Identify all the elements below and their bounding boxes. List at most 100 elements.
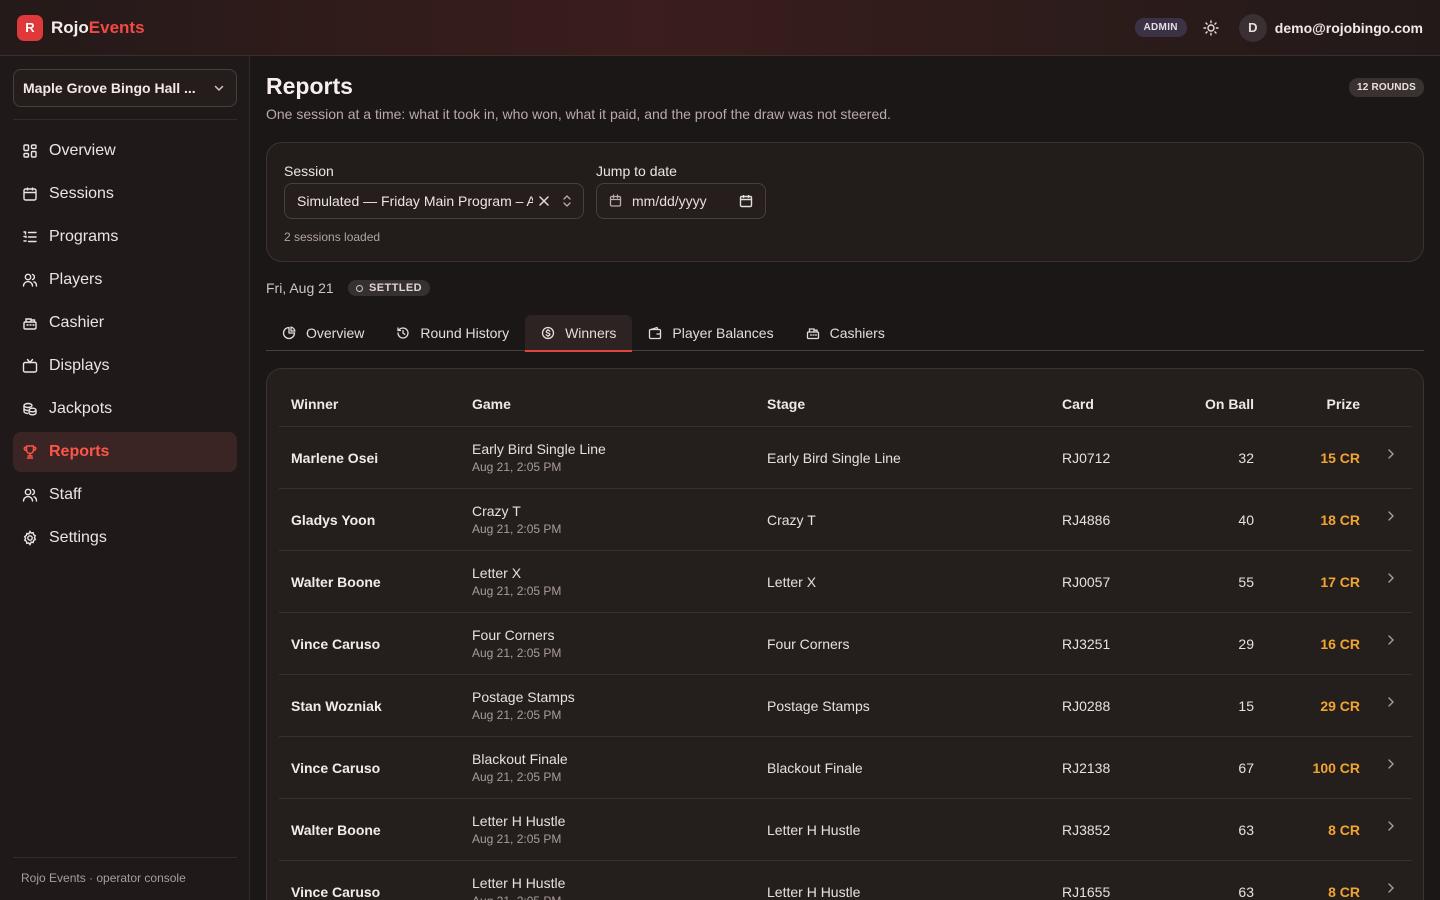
session-select[interactable]: Simulated — Friday Main Program – Aug 21 <box>284 183 584 219</box>
table-row[interactable]: Marlene Osei Early Bird Single Line Aug 21… <box>279 427 1412 489</box>
sidebar-item-label: Cashier <box>49 314 105 331</box>
on-ball-cell: 67 <box>1238 760 1254 776</box>
status-dot-icon <box>356 284 363 292</box>
chevron-right-icon[interactable] <box>1386 633 1396 647</box>
on-ball-cell: 55 <box>1238 574 1254 590</box>
card-cell: RJ1655 <box>1062 884 1111 900</box>
tab-cashiers[interactable]: Cashiers <box>790 315 901 351</box>
tv-icon <box>22 358 38 374</box>
sidebar-item-displays[interactable]: Displays <box>13 346 237 386</box>
game-cell: Letter H Hustle <box>472 813 566 829</box>
date-placeholder: mm/dd/yyyy <box>632 193 707 209</box>
chevron-right-icon[interactable] <box>1386 819 1396 833</box>
table-row[interactable]: Vince Caruso Blackout Finale Aug 21, 2:05 … <box>279 737 1412 799</box>
sidebar-divider <box>13 119 237 120</box>
table-row[interactable]: Walter Boone Letter H Hustle Aug 21, 2:05 … <box>279 799 1412 861</box>
on-ball-cell: 63 <box>1238 822 1254 838</box>
winner-cell: Vince Caruso <box>291 884 381 900</box>
chevron-right-icon[interactable] <box>1386 695 1396 709</box>
date-label: Jump to date <box>596 163 677 179</box>
chevron-right-icon[interactable] <box>1386 571 1396 585</box>
stage-cell: Crazy T <box>767 512 816 528</box>
sidebar-nav: Overview Sessions Programs Players Cashi… <box>13 131 237 561</box>
register-icon <box>806 326 820 340</box>
game-time-cell: Aug 21, 2:05 PM <box>472 708 562 722</box>
grid-icon <box>22 143 38 159</box>
prize-cell: 16 CR <box>1320 636 1360 652</box>
page-title: Reports <box>266 73 353 99</box>
game-time-cell: Aug 21, 2:05 PM <box>472 522 562 536</box>
sidebar-item-sessions[interactable]: Sessions <box>13 174 237 214</box>
header-actions: ADMIN D demo@rojobingo.com <box>1134 13 1423 42</box>
prize-cell: 18 CR <box>1320 512 1360 528</box>
column-header-card[interactable]: Card <box>1062 396 1094 412</box>
register-icon <box>22 315 38 331</box>
chevron-right-icon[interactable] <box>1386 509 1396 523</box>
close-icon[interactable] <box>537 194 551 208</box>
chevron-right-icon[interactable] <box>1386 447 1396 461</box>
column-header-game[interactable]: Game <box>472 396 511 412</box>
table-row[interactable]: Vince Caruso Letter H Hustle Aug 21, 2:05 … <box>279 861 1412 900</box>
table-row[interactable]: Walter Boone Letter X Aug 21, 2:05 PM Lette… <box>279 551 1412 613</box>
tab-winners[interactable]: Winners <box>525 315 633 352</box>
winner-cell: Marlene Osei <box>291 450 379 466</box>
stage-cell: Letter H Hustle <box>767 884 861 900</box>
table-header: Winner Game Stage Card On Ball Prize <box>279 369 1412 427</box>
chevron-right-icon[interactable] <box>1386 881 1396 895</box>
winner-cell: Stan Wozniak <box>291 698 382 714</box>
sidebar-item-cashier[interactable]: Cashier <box>13 303 237 343</box>
sidebar-item-label: Settings <box>49 529 107 546</box>
table-row[interactable]: Stan Wozniak Postage Stamps Aug 21, 2:05 P… <box>279 675 1412 737</box>
top-bar: R RojoEvents ADMIN D demo@rojobingo.com <box>0 0 1440 56</box>
brand[interactable]: R RojoEvents <box>17 14 145 41</box>
sidebar-item-players[interactable]: Players <box>13 260 237 300</box>
jump-to-date-input[interactable]: mm/dd/yyyy <box>596 183 766 219</box>
sidebar-item-settings[interactable]: Settings <box>13 518 237 558</box>
sidebar-item-staff[interactable]: Staff <box>13 475 237 515</box>
tab-player-balances[interactable]: Player Balances <box>632 315 789 351</box>
column-header-prize[interactable]: Prize <box>1327 396 1360 412</box>
session-select-value: Simulated — Friday Main Program – Aug 21 <box>297 193 533 209</box>
table-row[interactable]: Gladys Yoon Crazy T Aug 21, 2:05 PM Crazy T… <box>279 489 1412 551</box>
sun-icon <box>1203 19 1219 36</box>
wallet-icon <box>648 326 662 340</box>
theme-toggle-button[interactable] <box>1201 18 1221 38</box>
sidebar-item-jackpots[interactable]: Jackpots <box>13 389 237 429</box>
status-label: SETTLED <box>369 282 422 294</box>
tab-label: Cashiers <box>829 325 885 341</box>
card-cell: RJ2138 <box>1062 760 1111 776</box>
users-icon <box>22 272 38 288</box>
chevron-right-icon[interactable] <box>1386 757 1396 771</box>
avatar[interactable]: D <box>1238 13 1267 42</box>
calendar-icon[interactable] <box>739 194 753 208</box>
game-time-cell: Aug 21, 2:05 PM <box>472 584 562 598</box>
column-header-on-ball[interactable]: On Ball <box>1205 396 1254 412</box>
winner-cell: Walter Boone <box>291 574 381 590</box>
user-email[interactable]: demo@rojobingo.com <box>1275 20 1423 36</box>
pie-chart-icon <box>282 326 296 340</box>
table-row[interactable]: Vince Caruso Four Corners Aug 21, 2:05 PM F… <box>279 613 1412 675</box>
sidebar-item-overview[interactable]: Overview <box>13 131 237 171</box>
game-cell: Crazy T <box>472 503 521 519</box>
sidebar-item-label: Players <box>49 271 103 288</box>
stage-cell: Early Bird Single Line <box>767 450 901 466</box>
sidebar-item-label: Staff <box>49 486 82 503</box>
sidebar-item-reports[interactable]: Reports <box>13 432 237 472</box>
tab-round-history[interactable]: Round History <box>380 315 525 351</box>
sidebar-item-label: Programs <box>49 228 119 245</box>
game-cell: Four Corners <box>472 627 555 643</box>
sidebar-item-label: Sessions <box>49 185 114 202</box>
brand-name: RojoEvents <box>51 18 145 38</box>
column-header-stage[interactable]: Stage <box>767 396 805 412</box>
stage-cell: Letter H Hustle <box>767 822 861 838</box>
tab-label: Player Balances <box>672 325 774 341</box>
venue-select[interactable]: Maple Grove Bingo Hall ... <box>13 69 237 107</box>
report-tabs: Overview Round History Winners Player Ba… <box>266 315 1424 352</box>
winner-cell: Walter Boone <box>291 822 381 838</box>
column-header-winner[interactable]: Winner <box>291 396 338 412</box>
sidebar-item-label: Reports <box>49 443 110 460</box>
sidebar-item-programs[interactable]: Programs <box>13 217 237 257</box>
tab-label: Round History <box>420 325 510 341</box>
tab-overview[interactable]: Overview <box>266 315 380 351</box>
sessions-loaded-text: 2 sessions loaded <box>284 230 381 244</box>
